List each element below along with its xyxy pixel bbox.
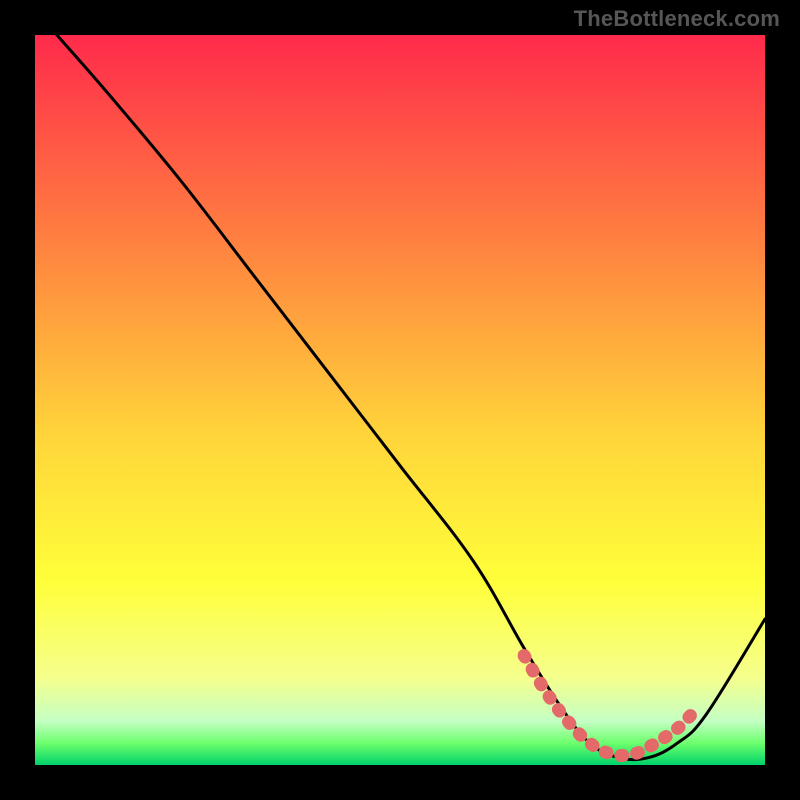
bottleneck-curve [57,35,765,760]
optimal-range-marker [524,656,692,756]
curve-layer [35,35,765,765]
chart-canvas: TheBottleneck.com [0,0,800,800]
attribution-watermark: TheBottleneck.com [574,6,780,32]
plot-area [35,35,765,765]
